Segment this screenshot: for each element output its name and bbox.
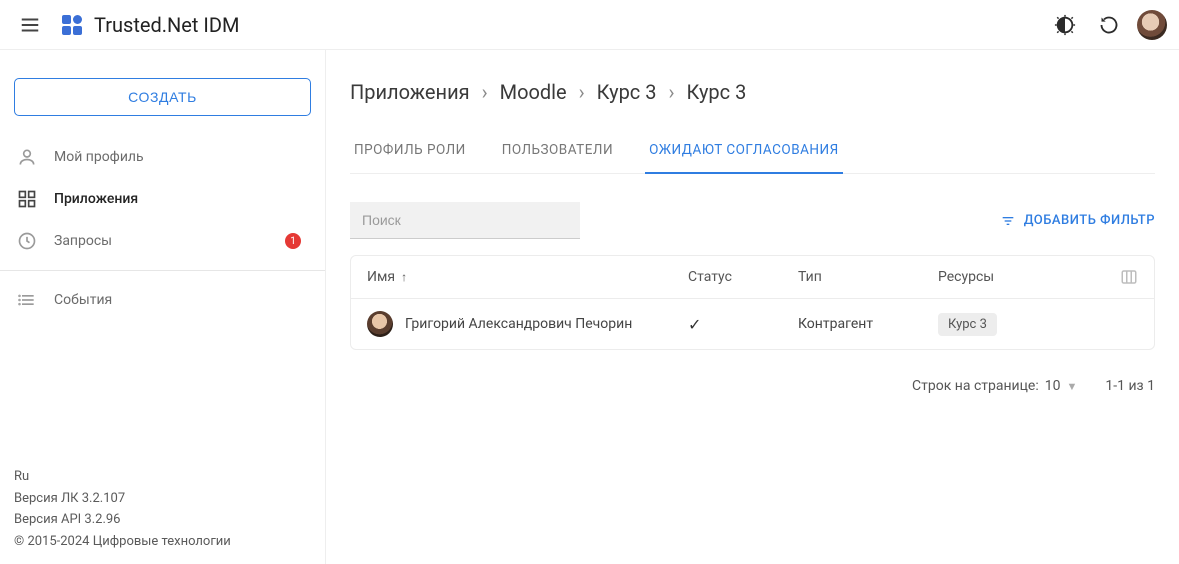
search-input[interactable]	[350, 202, 580, 239]
breadcrumb-item[interactable]: Курс 3	[597, 80, 657, 104]
topbar-actions	[1049, 9, 1167, 41]
sidebar-nav-secondary: События	[10, 279, 315, 321]
app-logo	[60, 13, 84, 37]
refresh-button[interactable]	[1093, 9, 1125, 41]
rows-per-page-label: Строк на странице:	[912, 378, 1039, 394]
tab-users[interactable]: ПОЛЬЗОВАТЕЛИ	[498, 132, 617, 174]
tab-pending-approval[interactable]: ОЖИДАЮТ СОГЛАСОВАНИЯ	[645, 132, 843, 174]
column-type[interactable]: Тип	[798, 269, 938, 285]
footer-version-lk: Версия ЛК 3.2.107	[14, 488, 311, 509]
requests-badge: 1	[285, 233, 301, 249]
tab-role-profile[interactable]: ПРОФИЛЬ РОЛИ	[350, 132, 470, 174]
sidebar-divider	[0, 270, 325, 271]
search-wrap	[350, 202, 580, 239]
sidebar: СОЗДАТЬ Мой профиль Приложения	[0, 50, 326, 564]
column-name-label: Имя	[367, 269, 395, 285]
sidebar-item-requests[interactable]: Запросы 1	[10, 220, 315, 262]
cell-name: Григорий Александрович Печорин	[367, 311, 688, 337]
cell-type: Контрагент	[798, 316, 938, 332]
theme-icon	[1054, 14, 1076, 36]
table: Имя ↑ Статус Тип Ресурсы	[350, 255, 1155, 350]
user-icon	[16, 146, 38, 168]
tabs: ПРОФИЛЬ РОЛИ ПОЛЬЗОВАТЕЛИ ОЖИДАЮТ СОГЛАС…	[350, 132, 1155, 174]
sidebar-item-label: Запросы	[54, 233, 112, 249]
chevron-right-icon: ›	[668, 80, 674, 104]
table-row[interactable]: Григорий Александрович Печорин ✓ Контраг…	[351, 299, 1154, 349]
chevron-down-icon: ▼	[1067, 380, 1078, 393]
sidebar-item-events[interactable]: События	[10, 279, 315, 321]
user-avatar[interactable]	[1137, 10, 1167, 40]
sidebar-item-applications[interactable]: Приложения	[10, 178, 315, 220]
column-name[interactable]: Имя ↑	[367, 269, 688, 285]
pagination: Строк на странице: 10 ▼ 1-1 из 1	[350, 378, 1155, 394]
column-resources[interactable]: Ресурсы	[938, 269, 1078, 285]
cell-resources: Курс 3	[938, 313, 1078, 336]
theme-toggle-button[interactable]	[1049, 9, 1081, 41]
columns-icon	[1120, 268, 1138, 286]
sort-asc-icon: ↑	[401, 270, 407, 284]
app-title: Trusted.Net IDM	[94, 13, 239, 37]
column-settings-button[interactable]	[1120, 268, 1138, 286]
menu-toggle-button[interactable]	[12, 7, 48, 43]
sidebar-footer: Ru Версия ЛК 3.2.107 Версия API 3.2.96 ©…	[10, 460, 315, 554]
add-filter-button[interactable]: ДОБАВИТЬ ФИЛЬТР	[1000, 213, 1155, 229]
rows-per-page-value: 10	[1045, 378, 1061, 394]
sidebar-nav: Мой профиль Приложения Запросы	[10, 136, 315, 262]
row-name-text: Григорий Александрович Печорин	[405, 316, 632, 332]
breadcrumb-item[interactable]: Приложения	[350, 80, 470, 104]
apps-icon	[16, 188, 38, 210]
sidebar-item-label: Приложения	[54, 191, 138, 207]
row-avatar	[367, 311, 393, 337]
topbar: Trusted.Net IDM	[0, 0, 1179, 50]
add-filter-label: ДОБАВИТЬ ФИЛЬТР	[1024, 213, 1155, 228]
chevron-right-icon: ›	[482, 80, 488, 104]
main-content: Приложения › Moodle › Курс 3 › Курс 3 ПР…	[326, 50, 1179, 564]
create-button[interactable]: СОЗДАТЬ	[14, 78, 311, 116]
breadcrumb: Приложения › Moodle › Курс 3 › Курс 3	[350, 80, 1155, 104]
footer-lang: Ru	[14, 466, 311, 487]
list-icon	[16, 289, 38, 311]
resource-chip: Курс 3	[938, 313, 997, 336]
column-status[interactable]: Статус	[688, 269, 798, 285]
check-icon: ✓	[688, 315, 701, 334]
breadcrumb-current: Курс 3	[687, 80, 747, 104]
column-resources-label: Ресурсы	[938, 269, 994, 285]
table-header: Имя ↑ Статус Тип Ресурсы	[351, 256, 1154, 299]
sidebar-item-label: Мой профиль	[54, 149, 144, 165]
breadcrumb-item[interactable]: Moodle	[500, 80, 567, 104]
clock-icon	[16, 230, 38, 252]
column-status-label: Статус	[688, 269, 732, 285]
sidebar-item-profile[interactable]: Мой профиль	[10, 136, 315, 178]
chevron-right-icon: ›	[579, 80, 585, 104]
filter-icon	[1000, 213, 1016, 229]
footer-copyright: © 2015-2024 Цифровые технологии	[14, 531, 311, 552]
hamburger-icon	[19, 14, 41, 36]
column-type-label: Тип	[798, 269, 822, 285]
toolbar: ДОБАВИТЬ ФИЛЬТР	[350, 202, 1155, 239]
refresh-icon	[1099, 15, 1119, 35]
rows-per-page-select[interactable]: Строк на странице: 10 ▼	[912, 378, 1077, 394]
cell-status: ✓	[688, 315, 798, 334]
sidebar-item-label: События	[54, 292, 112, 308]
footer-version-api: Версия API 3.2.96	[14, 509, 311, 530]
page-range: 1-1 из 1	[1105, 378, 1155, 394]
